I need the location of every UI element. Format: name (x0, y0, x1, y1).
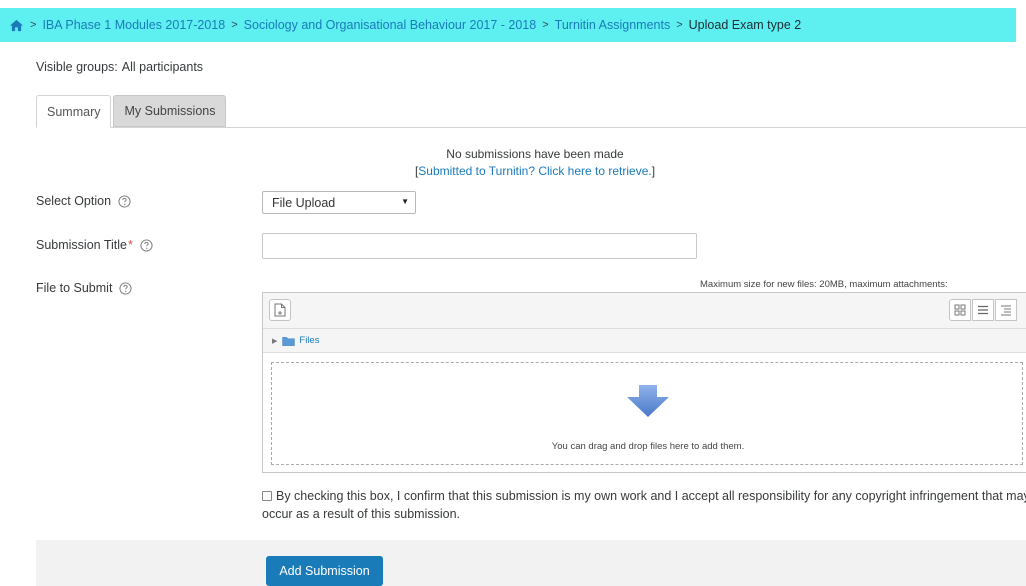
no-submissions-message: No submissions have been made (446, 147, 624, 161)
visible-groups-label: Visible groups: (36, 60, 118, 74)
confirm-statement: By checking this box, I confirm that thi… (262, 487, 1026, 523)
expand-triangle-icon[interactable]: ▶ (272, 337, 277, 345)
drop-zone[interactable]: You can drag and drop files here to add … (271, 362, 1023, 465)
add-submission-button[interactable]: Add Submission (266, 556, 383, 586)
breadcrumb-separator: > (30, 19, 37, 31)
select-option-dropdown[interactable]: File Upload ▼ (262, 191, 416, 214)
add-file-icon (274, 303, 286, 317)
file-picker-path: ▶ Files (263, 329, 1026, 353)
visible-groups: Visible groups: All participants (36, 60, 203, 74)
breadcrumb-separator: > (542, 19, 549, 31)
home-icon[interactable] (9, 19, 24, 32)
file-to-submit-label-text: File to Submit (36, 281, 113, 295)
view-icons-button[interactable] (949, 299, 971, 321)
breadcrumb-link-course-category[interactable]: IBA Phase 1 Modules 2017-2018 (42, 18, 225, 32)
download-arrow-icon (627, 385, 669, 417)
tab-my-submissions[interactable]: My Submissions (113, 95, 227, 127)
view-tree-button[interactable] (995, 299, 1017, 321)
breadcrumb: > IBA Phase 1 Modules 2017-2018 > Sociol… (0, 8, 1016, 42)
breadcrumb-separator: > (676, 19, 683, 31)
help-icon[interactable] (119, 281, 132, 295)
submission-title-label-text: Submission Title (36, 238, 128, 252)
help-icon[interactable] (118, 194, 131, 208)
confirm-text: By checking this box, I confirm that thi… (262, 489, 1026, 521)
visible-groups-value: All participants (121, 60, 204, 74)
tree-view-icon (1001, 305, 1011, 316)
folder-icon (282, 336, 296, 346)
submission-title-label: Submission Title * (36, 238, 153, 252)
help-icon[interactable] (140, 238, 153, 252)
add-file-button[interactable] (269, 299, 291, 321)
caret-down-icon: ▼ (401, 197, 409, 206)
form-footer (36, 540, 1026, 586)
breadcrumb-link-course[interactable]: Sociology and Organisational Behaviour 2… (244, 18, 537, 32)
submission-title-input[interactable] (262, 233, 697, 259)
retrieve-bracket-close: ] (651, 164, 656, 178)
file-picker-toolbar (263, 293, 1026, 329)
retrieve-line: [Submitted to Turnitin? Click here to re… (0, 164, 1026, 178)
grid-view-icon (954, 304, 966, 316)
list-view-icon (978, 305, 988, 315)
breadcrumb-separator: > (231, 19, 238, 31)
select-option-value: File Upload (272, 195, 336, 210)
select-option-label: Select Option (36, 194, 131, 208)
retrieve-link[interactable]: Submitted to Turnitin? Click here to ret… (418, 164, 651, 178)
tab-summary[interactable]: Summary (36, 95, 112, 128)
select-option-label-text: Select Option (36, 194, 112, 208)
breadcrumb-current-page: Upload Exam type 2 (688, 18, 802, 32)
tab-bar: Summary My Submissions (36, 95, 227, 128)
required-marker: * (128, 238, 133, 252)
files-folder-link[interactable]: Files (299, 335, 319, 346)
file-picker: ▶ Files You can drag and drop files here… (262, 292, 1026, 473)
view-list-button[interactable] (972, 299, 994, 321)
breadcrumb-link-section[interactable]: Turnitin Assignments (555, 18, 671, 32)
max-size-note: Maximum size for new files: 20MB, maximu… (700, 279, 948, 290)
confirm-checkbox[interactable] (262, 491, 272, 501)
file-to-submit-label: File to Submit (36, 281, 132, 295)
drop-zone-text: You can drag and drop files here to add … (551, 441, 745, 452)
